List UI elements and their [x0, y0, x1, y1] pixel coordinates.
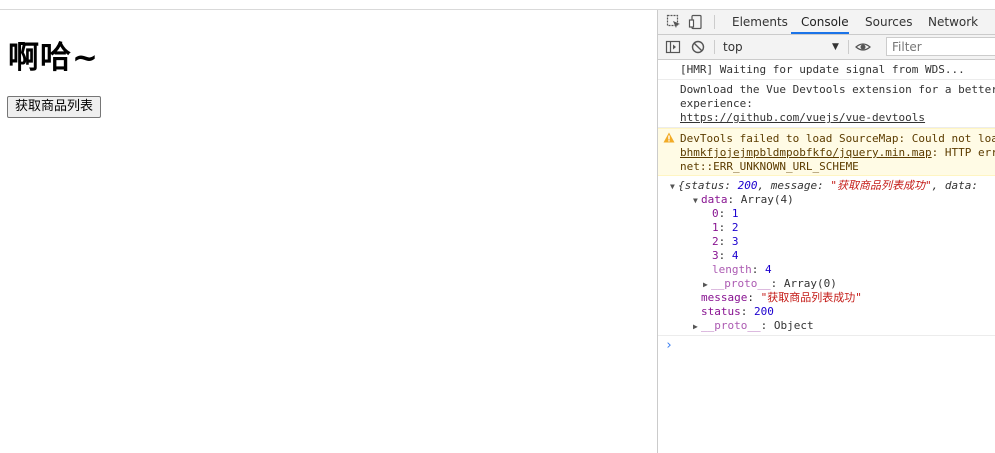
get-product-list-button[interactable]: 获取商品列表	[7, 96, 102, 118]
expand-triangle-icon[interactable]: ▶	[703, 278, 711, 292]
property-value: 200	[754, 305, 774, 318]
message-property: message: "获取商品列表成功"	[701, 291, 862, 304]
property-value: 4	[731, 249, 739, 262]
console-message-vue-devtools: Download the Vue Devtools extension for …	[658, 80, 995, 128]
array-proto[interactable]: ▶ __proto__: Array(0)	[703, 277, 837, 292]
summary-status: 200	[737, 179, 758, 192]
array-item: 1: 2	[712, 221, 739, 234]
property-key: __proto__	[711, 277, 771, 290]
console-prompt-icon[interactable]: ›	[665, 338, 673, 353]
property-value: 1	[731, 207, 739, 220]
property-value: 2	[731, 221, 739, 234]
property-key: 0	[712, 207, 719, 220]
summary-text: , message:	[757, 179, 831, 192]
property-key: 2	[712, 235, 719, 248]
array-item: 0: 1	[712, 207, 739, 220]
property-key: length	[712, 263, 752, 276]
property-value: "获取商品列表成功"	[760, 291, 862, 304]
console-output: [HMR] Waiting for update signal from WDS…	[658, 60, 995, 453]
property-value: 3	[731, 235, 739, 248]
object-proto[interactable]: ▶ __proto__: Object	[693, 319, 814, 334]
tab-console[interactable]: Console	[791, 10, 849, 34]
object-summary[interactable]: ▼ {status: 200, message: "获取商品列表成功", data…	[670, 179, 978, 194]
property-key: data	[701, 193, 728, 206]
inspect-element-icon[interactable]	[666, 14, 682, 30]
property-value: 4	[765, 263, 772, 276]
status-property: status: 200	[701, 305, 774, 318]
property-key: __proto__	[701, 319, 761, 332]
console-text: DevTools failed to load SourceMap: Could…	[680, 132, 995, 145]
console-text: [HMR] Waiting for update signal from WDS…	[680, 63, 965, 76]
property-key: message	[701, 291, 748, 304]
page-viewport: 啊哈~ 获取商品列表	[0, 10, 657, 453]
sourcemap-link[interactable]: bhmkfjojejmpbldmpobfkfo/jquery.min.map	[680, 146, 932, 159]
context-selector[interactable]: top	[723, 35, 743, 59]
browser-top-edge	[0, 0, 995, 10]
console-object-log: ▼ {status: 200, message: "获取商品列表成功", data…	[658, 176, 995, 336]
toolbar-divider	[714, 15, 715, 29]
clear-console-icon[interactable]	[690, 39, 706, 55]
toolbar-divider	[714, 40, 715, 54]
property-key: status	[701, 305, 741, 318]
property-key: 3	[712, 249, 719, 262]
tab-elements[interactable]: Elements	[732, 10, 788, 34]
filter-input[interactable]: Filter	[886, 37, 995, 56]
array-item: 3: 4	[712, 249, 739, 262]
tab-sources[interactable]: Sources	[865, 10, 912, 34]
data-property[interactable]: ▼ data: Array(4)	[693, 193, 794, 208]
property-value: Object	[773, 319, 814, 332]
console-text: Download the Vue Devtools extension for …	[680, 83, 995, 96]
property-key: 1	[712, 221, 719, 234]
page-heading: 啊哈~	[8, 40, 99, 76]
context-dropdown-arrow-icon[interactable]: ▼	[832, 35, 839, 59]
expand-triangle-icon[interactable]: ▼	[670, 180, 678, 194]
live-expression-eye-icon[interactable]	[855, 39, 871, 55]
console-message-hmr: [HMR] Waiting for update signal from WDS…	[658, 60, 995, 80]
vue-devtools-link[interactable]: https://github.com/vuejs/vue-devtools	[680, 111, 925, 125]
devtools-tabbar: Elements Console Sources Network	[658, 10, 995, 35]
summary-message: "获取商品列表成功"	[830, 179, 932, 192]
array-length: length: 4	[712, 263, 772, 276]
warning-icon	[663, 132, 675, 143]
console-toolbar: top ▼ Filter	[658, 35, 995, 60]
console-text: : HTTP err	[931, 146, 995, 159]
array-item: 2: 3	[712, 235, 739, 248]
expand-triangle-icon[interactable]: ▶	[693, 320, 701, 334]
summary-text: {status:	[678, 179, 738, 192]
device-toolbar-icon[interactable]	[688, 14, 704, 30]
devtools-panel: Elements Console Sources Network top ▼ F…	[657, 10, 995, 453]
show-sidebar-icon[interactable]	[665, 39, 681, 55]
summary-text: , data:	[931, 179, 978, 192]
toolbar-divider	[848, 40, 849, 54]
console-warning-sourcemap: DevTools failed to load SourceMap: Could…	[658, 128, 995, 176]
property-value: Array(4)	[740, 193, 794, 206]
property-value: Array(0)	[783, 277, 837, 290]
tab-network[interactable]: Network	[928, 10, 978, 34]
console-text: experience:	[680, 97, 753, 110]
console-text: net::ERR_UNKNOWN_URL_SCHEME	[680, 160, 859, 173]
expand-triangle-icon[interactable]: ▼	[693, 194, 701, 208]
